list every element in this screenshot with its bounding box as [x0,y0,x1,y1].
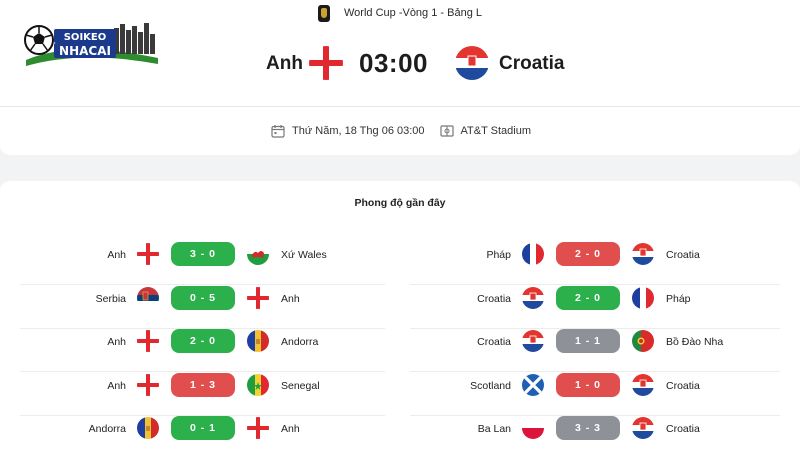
site-logo[interactable]: SOIKEO NHACAI .COM.CO [22,20,162,70]
home-team-label: Croatia [477,336,511,348]
serbia-flag-icon [137,286,159,309]
croatia-flag-icon [522,330,544,352]
england-flag-icon [247,286,269,309]
kickoff-time: 03:00 [359,48,428,78]
home-team-label: Ba Lan [477,423,511,435]
match-row[interactable]: Croatia 1 - 1 Bồ Đào Nha [410,328,780,372]
recent-form-title: Phong độ gần đây [354,197,446,209]
andorra-flag-icon [247,330,269,352]
score-badge[interactable]: 3 - 0 [171,242,235,266]
france-flag-icon [632,286,654,309]
away-team-label: Anh [281,423,300,435]
competition-label[interactable]: World Cup -Vòng 1 - Bảng L [318,4,482,22]
away-team-label: Senegal [281,379,320,392]
portugal-flag-icon [632,330,654,352]
croatia-flag-icon [632,373,654,396]
away-team-name[interactable]: Croatia [499,53,564,75]
england-flag-icon [309,46,343,80]
away-team-label: Croatia [666,249,700,261]
home-team-label: Andorra [88,423,126,435]
home-team-label: Pháp [486,249,511,261]
home-team-label: Scotland [470,379,511,392]
match-row[interactable]: Anh 1 - 3 Senegal [20,372,385,416]
match-row[interactable]: Croatia 2 - 0 Pháp [410,285,780,329]
logo-text-main: NHACAI [59,44,111,58]
venue-name: AT&T Stadium [460,125,532,137]
competition-name: World Cup -Vòng 1 - Bảng L [344,7,482,19]
score-badge[interactable]: 2 - 0 [171,329,235,353]
match-row[interactable]: Ba Lan 3 - 3 Croatia [410,415,780,450]
world-cup-trophy-icon [318,4,330,22]
score-badge[interactable]: 2 - 0 [556,285,620,310]
croatia-flag-icon [522,286,544,309]
match-row[interactable]: Anh 2 - 0 Andorra [20,328,385,372]
home-team-name[interactable]: Anh [266,53,303,75]
england-flag-icon [247,417,269,439]
senegal-flag-icon [247,373,269,396]
home-team-label: Serbia [95,292,126,305]
wales-flag-icon [247,243,269,265]
england-flag-icon [137,373,159,396]
away-team-label: Croatia [666,379,700,392]
france-flag-icon [522,243,544,265]
logo-text-top: SOIKEO [64,32,107,43]
logo-text-domain: .COM.CO [81,61,108,68]
away-team-label: Anh [281,292,300,305]
match-row[interactable]: Anh 3 - 0 Xứ Wales [20,241,385,285]
croatia-flag-icon [455,46,489,80]
away-team-label: Andorra [281,336,319,348]
score-badge[interactable]: 1 - 1 [556,329,620,353]
croatia-flag-icon [632,417,654,439]
away-team-label: Bồ Đào Nha [666,336,724,348]
home-team-label: Croatia [477,292,511,305]
score-badge[interactable]: 1 - 3 [171,372,235,397]
score-badge[interactable]: 3 - 3 [556,416,620,440]
score-badge[interactable]: 0 - 1 [171,416,235,440]
england-flag-icon [137,330,159,352]
match-row[interactable]: Andorra 0 - 1 Anh [20,415,385,450]
home-team-label: Anh [107,336,126,348]
match-row[interactable]: Scotland 1 - 0 Croatia [410,372,780,416]
england-flag-icon [137,243,159,265]
andorra-flag-icon [137,417,159,439]
poland-flag-icon [522,417,544,439]
match-row[interactable]: Pháp 2 - 0 Croatia [410,241,780,285]
away-team-label: Pháp [666,292,691,305]
match-info: Thứ Năm, 18 Thg 06 03:00 AT&T Stadium [271,124,531,138]
home-team-label: Anh [107,249,126,261]
score-badge[interactable]: 0 - 5 [171,285,235,310]
scotland-flag-icon [522,373,544,396]
score-badge[interactable]: 1 - 0 [556,372,620,397]
home-team-label: Anh [107,379,126,392]
match-row[interactable]: Serbia 0 - 5 Anh [20,285,385,329]
away-team-label: Croatia [666,423,700,435]
stadium-icon [439,125,454,137]
croatia-flag-icon [632,243,654,265]
header-divider [0,106,800,107]
away-team-label: Xứ Wales [281,249,327,261]
match-date-time: Thứ Năm, 18 Thg 06 03:00 [292,125,425,137]
score-badge[interactable]: 2 - 0 [556,242,620,266]
calendar-icon [271,125,285,138]
